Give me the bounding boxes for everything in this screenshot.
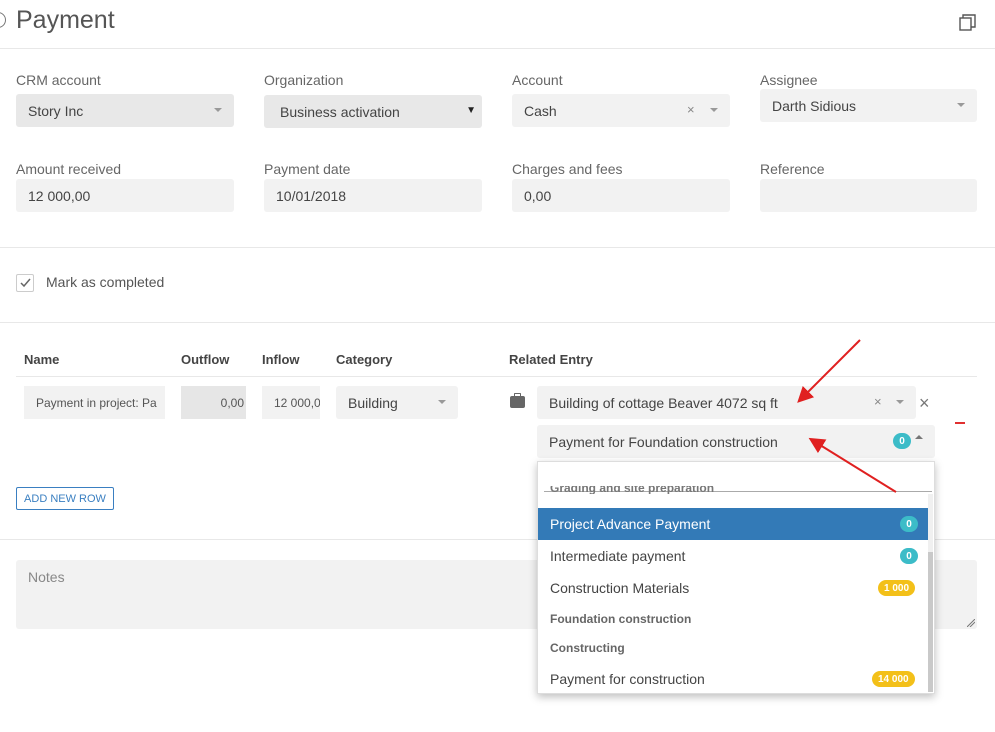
dropdown-group-label: Constructing: [550, 641, 625, 655]
crm-account-label: CRM account: [16, 72, 101, 88]
dropdown-group-label: Foundation construction: [550, 612, 692, 626]
dropdown-option[interactable]: Construction Materials 1 000: [538, 572, 930, 604]
chevron-down-icon: [214, 108, 222, 112]
amount-received-label: Amount received: [16, 161, 122, 177]
chevron-down-icon: [438, 400, 446, 404]
page-title: Payment: [16, 6, 115, 34]
assignee-select[interactable]: Darth Sidious: [760, 89, 977, 122]
related-entry-value: Payment for Foundation construction: [549, 433, 778, 450]
clear-icon[interactable]: ×: [874, 394, 882, 409]
col-header-name: Name: [24, 352, 60, 367]
briefcase-icon: [510, 393, 525, 408]
chevron-down-icon: [896, 400, 904, 404]
divider: [0, 322, 995, 323]
charges-fees-input[interactable]: 0,00: [512, 179, 730, 212]
organization-label: Organization: [264, 72, 344, 88]
mark-completed-checkbox[interactable]: [16, 274, 34, 292]
notes-placeholder: Notes: [28, 569, 65, 585]
clear-icon[interactable]: ×: [687, 102, 695, 117]
dropdown-option[interactable]: Intermediate payment 0: [538, 540, 930, 572]
select-arrow-icon: ▼: [466, 105, 476, 116]
dropdown-option[interactable]: Payment for construction 14 000: [538, 663, 930, 693]
resize-handle-icon[interactable]: [967, 619, 975, 627]
chevron-down-icon: [710, 108, 718, 112]
copy-icon[interactable]: [959, 14, 976, 31]
dropdown-option[interactable]: Project Advance Payment 0: [538, 508, 930, 540]
option-label: Project Advance Payment: [550, 516, 711, 532]
assignee-label: Assignee: [760, 72, 818, 88]
back-icon[interactable]: [0, 12, 6, 28]
divider: [0, 247, 995, 248]
row-inflow-input[interactable]: 12 000,0: [262, 386, 320, 419]
dropdown-partial-group: Grading and site preparation: [550, 486, 715, 494]
chevron-up-icon: [915, 435, 923, 439]
crm-account-select[interactable]: Story Inc: [16, 94, 234, 127]
col-header-outflow: Outflow: [181, 352, 230, 367]
row-category-value: Building: [348, 394, 398, 411]
remove-row-icon[interactable]: ×: [919, 393, 930, 414]
chevron-down-icon: [957, 103, 965, 107]
reference-input[interactable]: [760, 179, 977, 212]
col-header-category: Category: [336, 352, 393, 367]
account-label: Account: [512, 72, 563, 88]
account-select[interactable]: Cash ×: [512, 94, 730, 127]
col-header-inflow: Inflow: [262, 352, 300, 367]
option-badge: 0: [900, 548, 918, 564]
row-category-select[interactable]: Building: [336, 386, 458, 419]
related-project-select[interactable]: Building of cottage Beaver 4072 sq ft ×: [537, 386, 916, 419]
assignee-value: Darth Sidious: [772, 97, 857, 114]
account-value: Cash: [524, 102, 557, 119]
option-label: Intermediate payment: [550, 548, 686, 564]
option-badge: 14 000: [872, 671, 915, 687]
payment-date-label: Payment date: [264, 161, 351, 177]
row-name-input[interactable]: Payment in project: Pa: [24, 386, 165, 419]
related-entry-select[interactable]: Payment for Foundation construction 0: [537, 425, 935, 458]
reference-label: Reference: [760, 161, 825, 177]
organization-select[interactable]: Business activation ▼: [264, 95, 482, 128]
crm-account-value: Story Inc: [28, 102, 84, 119]
related-project-value: Building of cottage Beaver 4072 sq ft: [549, 394, 778, 411]
divider: [16, 376, 977, 377]
mark-completed-label: Mark as completed: [46, 274, 165, 290]
check-icon: [20, 278, 31, 288]
option-badge: 0: [900, 516, 918, 532]
related-entry-dropdown: Grading and site preparation Project Adv…: [537, 461, 935, 694]
option-badge: 1 000: [878, 580, 916, 596]
dropdown-scrollbar-thumb[interactable]: [928, 552, 933, 692]
option-label: Construction Materials: [550, 580, 690, 596]
related-entry-badge: 0: [893, 433, 911, 449]
row-outflow-input[interactable]: 0,00: [181, 386, 246, 419]
minus-icon[interactable]: [955, 422, 965, 424]
option-label: Payment for construction: [550, 671, 705, 687]
payment-date-input[interactable]: 10/01/2018: [264, 179, 482, 212]
organization-value: Business activation: [280, 103, 400, 120]
charges-fees-label: Charges and fees: [512, 161, 623, 177]
amount-received-input[interactable]: 12 000,00: [16, 179, 234, 212]
add-new-row-button[interactable]: ADD NEW ROW: [16, 487, 114, 510]
divider: [0, 48, 995, 49]
col-header-related-entry: Related Entry: [509, 352, 593, 367]
